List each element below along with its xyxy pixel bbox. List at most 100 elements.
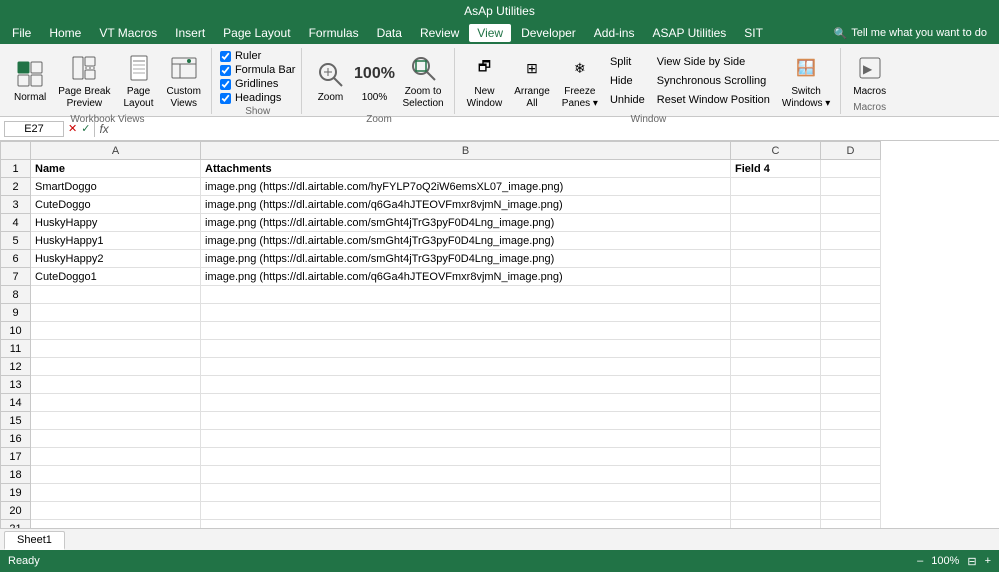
grid-cell[interactable]: image.png (https://dl.airtable.com/smGht… — [201, 232, 731, 250]
grid-cell[interactable] — [31, 358, 201, 376]
menu-formulas[interactable]: Formulas — [301, 24, 367, 42]
grid-cell[interactable] — [821, 394, 881, 412]
grid-cell[interactable] — [821, 160, 881, 178]
col-header-a[interactable]: A — [31, 142, 201, 160]
grid-cell[interactable]: image.png (https://dl.airtable.com/q6Ga4… — [201, 196, 731, 214]
grid-cell[interactable] — [31, 322, 201, 340]
grid-cell[interactable] — [731, 214, 821, 232]
grid-cell[interactable]: Name — [31, 160, 201, 178]
grid-cell[interactable] — [731, 358, 821, 376]
search-bar[interactable]: 🔍 Tell me what you want to do — [826, 25, 995, 42]
grid-cell[interactable] — [201, 286, 731, 304]
grid-cell[interactable]: image.png (https://dl.airtable.com/smGht… — [201, 214, 731, 232]
grid-cell[interactable] — [821, 196, 881, 214]
grid-cell[interactable] — [31, 412, 201, 430]
menu-asap[interactable]: ASAP Utilities — [644, 24, 734, 42]
sheet-tab-sheet1[interactable]: Sheet1 — [4, 531, 65, 550]
row-number[interactable]: 2 — [1, 178, 31, 196]
menu-pagelayout[interactable]: Page Layout — [215, 24, 298, 42]
grid-cell[interactable] — [201, 358, 731, 376]
grid-cell[interactable] — [731, 502, 821, 520]
page-break-preview-button[interactable]: Page BreakPreview — [54, 50, 114, 112]
grid-cell[interactable] — [731, 520, 821, 529]
row-number[interactable]: 5 — [1, 232, 31, 250]
grid-cell[interactable] — [821, 304, 881, 322]
grid-cell[interactable] — [201, 466, 731, 484]
grid-cell[interactable] — [731, 322, 821, 340]
switch-windows-button[interactable]: 🪟 SwitchWindows ▾ — [778, 50, 834, 112]
row-number[interactable]: 9 — [1, 304, 31, 322]
menu-file[interactable]: File — [4, 24, 39, 42]
grid-cell[interactable] — [31, 340, 201, 358]
grid-cell[interactable] — [821, 430, 881, 448]
grid-cell[interactable] — [821, 340, 881, 358]
menu-addins[interactable]: Add-ins — [586, 24, 643, 42]
gridlines-checkbox[interactable] — [220, 79, 231, 90]
grid-cell[interactable] — [31, 376, 201, 394]
grid-cell[interactable] — [731, 340, 821, 358]
row-number[interactable]: 11 — [1, 340, 31, 358]
row-number[interactable]: 20 — [1, 502, 31, 520]
corner-header[interactable] — [1, 142, 31, 160]
grid-cell[interactable] — [731, 466, 821, 484]
grid-cell[interactable] — [731, 412, 821, 430]
row-number[interactable]: 13 — [1, 376, 31, 394]
grid-cell[interactable] — [731, 268, 821, 286]
row-number[interactable]: 4 — [1, 214, 31, 232]
cancel-formula-icon[interactable]: ✕ — [68, 122, 77, 135]
row-number[interactable]: 15 — [1, 412, 31, 430]
grid-cell[interactable] — [821, 502, 881, 520]
status-zoom-out[interactable]: – — [917, 555, 923, 567]
freeze-panes-button[interactable]: ❄ FreezePanes ▾ — [558, 50, 602, 112]
grid-cell[interactable] — [731, 178, 821, 196]
grid-cell[interactable] — [31, 448, 201, 466]
grid-cell[interactable] — [821, 358, 881, 376]
grid-cell[interactable] — [201, 430, 731, 448]
ruler-checkbox[interactable] — [220, 51, 231, 62]
col-header-b[interactable]: B — [201, 142, 731, 160]
menu-home[interactable]: Home — [41, 24, 89, 42]
row-number[interactable]: 12 — [1, 358, 31, 376]
menu-vtmacros[interactable]: VT Macros — [91, 24, 165, 42]
macros-button[interactable]: ▶ Macros — [849, 50, 890, 100]
grid-cell[interactable] — [31, 484, 201, 502]
col-header-d[interactable]: D — [821, 142, 881, 160]
grid-cell[interactable] — [821, 466, 881, 484]
new-window-button[interactable]: 🗗 NewWindow — [463, 50, 507, 112]
grid-cell[interactable] — [821, 232, 881, 250]
menu-sit[interactable]: SIT — [736, 24, 771, 42]
grid-cell[interactable] — [201, 448, 731, 466]
menu-insert[interactable]: Insert — [167, 24, 213, 42]
grid-cell[interactable] — [31, 520, 201, 529]
menu-developer[interactable]: Developer — [513, 24, 584, 42]
unhide-button[interactable]: Unhide — [606, 92, 649, 108]
cell-reference-input[interactable] — [4, 121, 64, 137]
menu-data[interactable]: Data — [369, 24, 410, 42]
custom-views-button[interactable]: CustomViews — [163, 50, 205, 112]
row-number[interactable]: 16 — [1, 430, 31, 448]
menu-review[interactable]: Review — [412, 24, 467, 42]
row-number[interactable]: 3 — [1, 196, 31, 214]
grid-cell[interactable] — [731, 250, 821, 268]
grid-cell[interactable] — [201, 376, 731, 394]
grid-cell[interactable] — [821, 520, 881, 529]
grid-cell[interactable] — [731, 376, 821, 394]
row-number[interactable]: 21 — [1, 520, 31, 529]
grid-cell[interactable] — [201, 340, 731, 358]
grid-cell[interactable] — [201, 304, 731, 322]
reset-window-position-button[interactable]: Reset Window Position — [653, 92, 774, 108]
confirm-formula-icon[interactable]: ✓ — [81, 122, 90, 135]
grid-cell[interactable] — [821, 412, 881, 430]
row-number[interactable]: 10 — [1, 322, 31, 340]
formula-bar-checkbox[interactable] — [220, 65, 231, 76]
grid-cell[interactable] — [731, 286, 821, 304]
grid-cell[interactable] — [31, 502, 201, 520]
grid-cell[interactable] — [821, 484, 881, 502]
grid-cell[interactable] — [201, 322, 731, 340]
grid-cell[interactable] — [31, 466, 201, 484]
grid-cell[interactable] — [31, 286, 201, 304]
grid-cell[interactable]: HuskyHappy1 — [31, 232, 201, 250]
grid-cell[interactable]: CuteDoggo — [31, 196, 201, 214]
row-number[interactable]: 18 — [1, 466, 31, 484]
grid-cell[interactable]: HuskyHappy — [31, 214, 201, 232]
